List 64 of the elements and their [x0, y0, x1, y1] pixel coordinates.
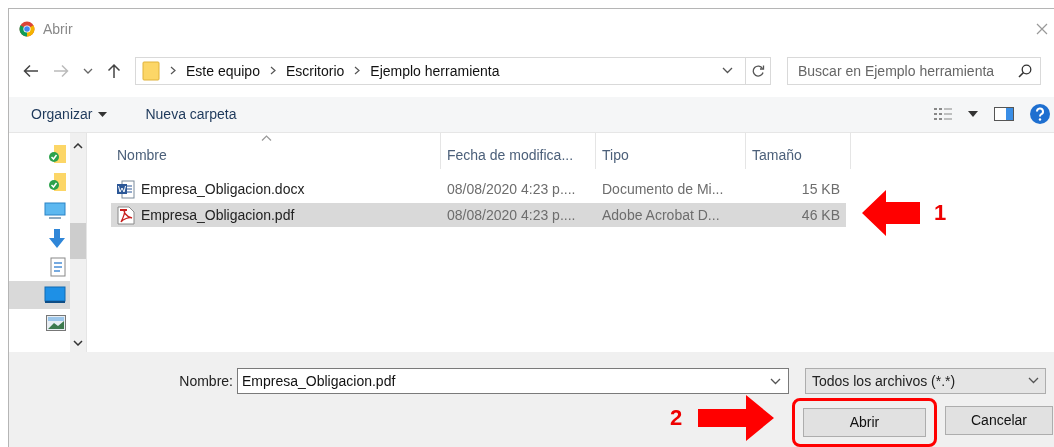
- synced-folder-icon: [48, 173, 66, 194]
- view-options-icon[interactable]: [934, 108, 952, 121]
- dialog-button[interactable]: Abrir: [803, 408, 926, 437]
- scroll-thumb[interactable]: [70, 223, 86, 260]
- file-row[interactable]: Empresa_Obligacion.docx 08/08/2020 4:23 p.... Documento de Mi... 15 KB: [111, 177, 846, 202]
- sort-icon: [261, 135, 272, 142]
- toolbar-button[interactable]: Organizar: [31, 106, 108, 123]
- dropdown-caret-icon[interactable]: [722, 67, 733, 75]
- file-name-label: Nombre:: [178, 373, 234, 389]
- scrollbar[interactable]: [70, 133, 86, 352]
- picture-icon: [46, 315, 66, 332]
- breadcrumb[interactable]: Este equipo: [186, 62, 260, 79]
- desktop-icon: [44, 286, 66, 305]
- preview-pane-icon[interactable]: [994, 107, 1014, 122]
- breadcrumb[interactable]: Escritorio: [285, 62, 345, 79]
- chevron-icon: [170, 66, 176, 76]
- file-name: Empresa_Obligacion.pdf: [141, 207, 295, 224]
- column-header[interactable]: Fecha de modifica...: [441, 133, 596, 170]
- breadcrumb[interactable]: Ejemplo herramienta: [370, 62, 500, 79]
- dropdown-caret-icon[interactable]: [770, 378, 781, 385]
- column-header[interactable]: Tamaño: [746, 133, 851, 170]
- window-title: Abrir: [43, 20, 73, 37]
- computer-icon: [44, 202, 66, 221]
- arrow-icon: [698, 395, 775, 441]
- address-field[interactable]: Este equipo Escritorio Ejemplo herramienta: [135, 56, 771, 85]
- file-name: Empresa_Obligacion.docx: [141, 181, 305, 198]
- chevron-icon: [269, 66, 276, 76]
- synced-folder-icon: [48, 145, 66, 166]
- date-cell-text: 08/08/2020 4:23 p....: [446, 181, 577, 198]
- dropdown-caret-icon[interactable]: [1028, 377, 1039, 385]
- type-cell-text: Documento de Mi...: [601, 181, 725, 198]
- column-header[interactable]: Nombre: [111, 133, 441, 170]
- type-cell-text: Adobe Acrobat D...: [601, 207, 721, 224]
- help-icon[interactable]: [1030, 104, 1050, 125]
- size-cell-text: 46 KB: [800, 207, 841, 224]
- file-row[interactable]: Empresa_Obligacion.pdf 08/08/2020 4:23 p.... Adobe Acrobat D... 46 KB: [111, 203, 846, 228]
- file-type-dropdown[interactable]: Todos los archivos (*.*): [805, 368, 1046, 394]
- document-icon: [50, 257, 66, 278]
- pdf-file-icon: [117, 205, 135, 225]
- back-icon[interactable]: [23, 63, 39, 78]
- word-file-icon: [117, 179, 135, 199]
- size-cell-text: 15 KB: [800, 181, 841, 198]
- scroll-down-icon[interactable]: [73, 340, 83, 346]
- step-number: 2: [670, 405, 683, 431]
- caret-icon[interactable]: [968, 111, 978, 118]
- dialog-button[interactable]: Cancelar: [945, 406, 1053, 435]
- download-icon: [48, 229, 66, 250]
- folder-icon: [142, 60, 160, 81]
- step-number: 1: [934, 200, 947, 226]
- nav-item[interactable]: [9, 281, 70, 310]
- file-name-field[interactable]: Empresa_Obligacion.pdf: [237, 368, 789, 394]
- scroll-up-icon[interactable]: [73, 143, 83, 150]
- arrow-icon: [862, 190, 920, 236]
- search-field[interactable]: Buscar en Ejemplo herramienta: [787, 56, 1041, 85]
- search-icon: [1018, 63, 1032, 78]
- caret-icon: [98, 111, 108, 117]
- chevron-icon: [354, 66, 361, 76]
- browser-icon: [19, 20, 35, 37]
- toolbar-button[interactable]: Nueva carpeta: [145, 106, 237, 123]
- column-header[interactable]: Tipo: [596, 133, 746, 170]
- up-icon[interactable]: [107, 62, 121, 79]
- date-cell-text: 08/08/2020 4:23 p....: [446, 207, 577, 224]
- close-icon[interactable]: [1036, 22, 1048, 35]
- recent-caret-icon[interactable]: [83, 67, 93, 74]
